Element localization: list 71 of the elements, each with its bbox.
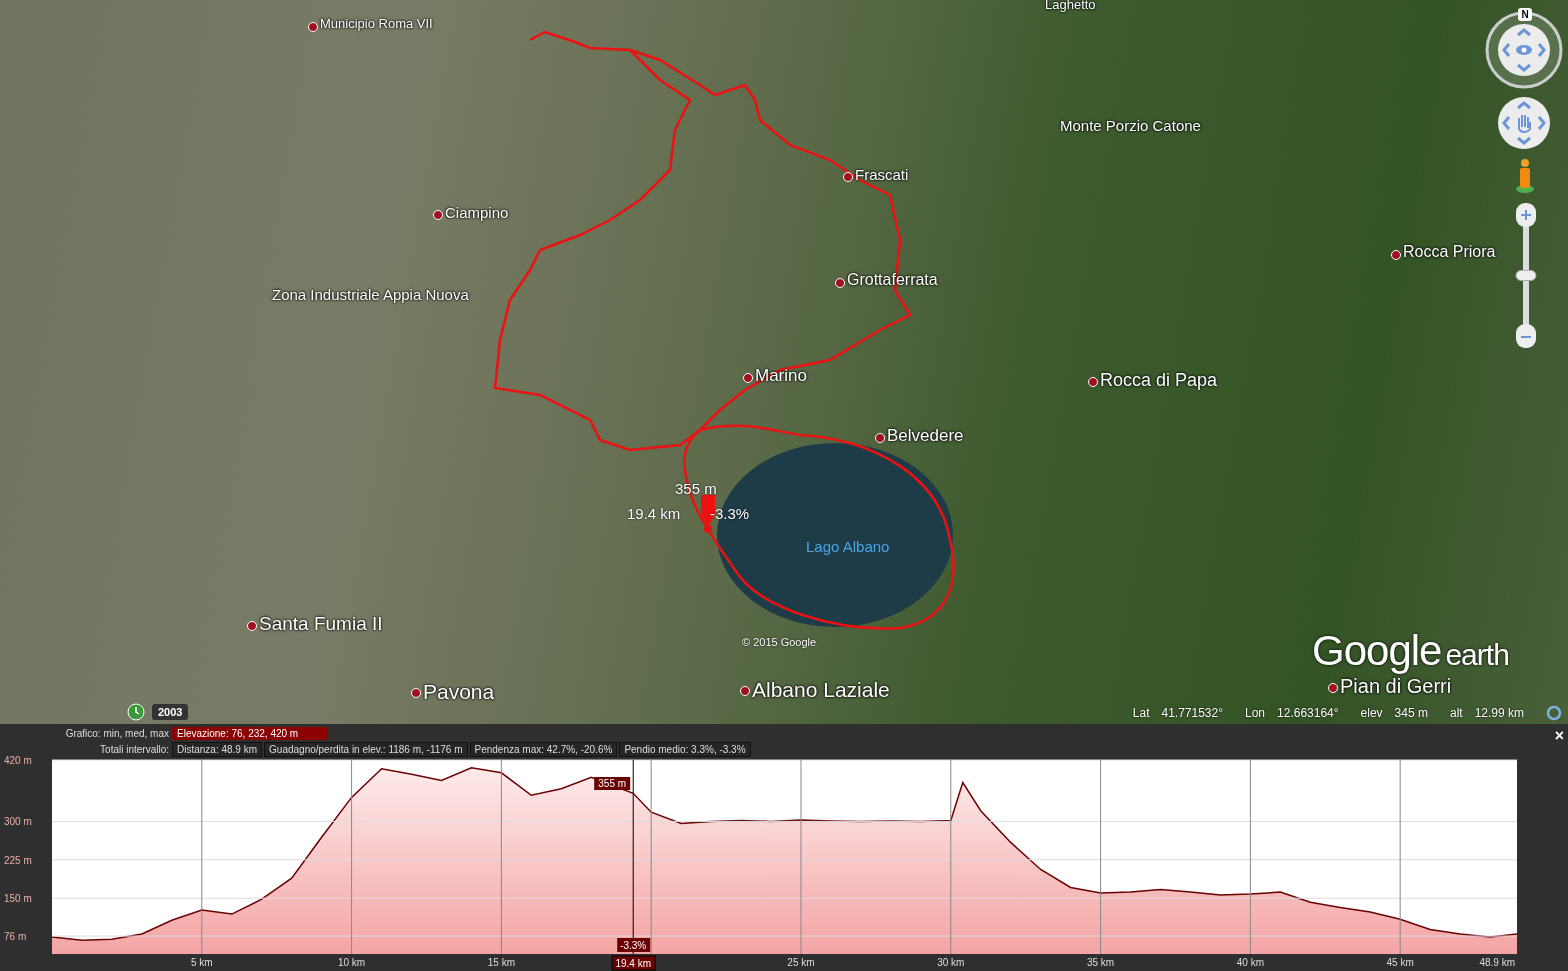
place-dot-icon xyxy=(843,172,853,183)
cursor-slope-tag: -3.3% xyxy=(617,938,651,952)
coordinate-label: Lon xyxy=(1245,706,1266,720)
place-dot-icon xyxy=(1328,683,1338,693)
pan-joystick[interactable] xyxy=(1497,96,1551,150)
look-joystick[interactable] xyxy=(1497,23,1551,77)
place-dot-icon xyxy=(1391,249,1401,260)
place-label: Albano Laziale xyxy=(752,679,890,700)
coordinate-value: 41.771532° xyxy=(1161,706,1223,720)
place-label: Rocca Priora xyxy=(1403,244,1496,260)
copyright-text: © 2015 Google xyxy=(742,636,817,648)
coordinate-label: Lat xyxy=(1132,706,1150,720)
place-label: Laghetto xyxy=(1045,0,1096,11)
place-dot-icon xyxy=(247,620,257,631)
x-axis-label: 45 km xyxy=(1386,957,1414,968)
place-label: Frascati xyxy=(855,167,909,182)
product-logo: Googleearth xyxy=(1312,630,1509,672)
place-label: Belvedere xyxy=(887,427,964,444)
place-dot-icon xyxy=(743,372,753,383)
pegman-icon[interactable] xyxy=(1515,158,1535,194)
cursor-distance-tag: 19.4 km xyxy=(611,955,656,971)
place-label: Pavona xyxy=(423,681,495,702)
place-label: Zona Industriale Appia Nuova xyxy=(272,287,469,302)
x-axis-label: 10 km xyxy=(337,957,366,968)
coordinate-label: alt xyxy=(1449,706,1463,720)
summary-value: Pendenza max: 42.7%, -20.6% xyxy=(469,741,618,757)
marker-distance: 19.4 km xyxy=(627,506,681,521)
place-label: Lago Albano xyxy=(806,539,890,554)
cursor-elevation-tag: 355 m xyxy=(594,777,631,790)
place-dot-icon xyxy=(1088,377,1098,388)
north-indicator[interactable]: N xyxy=(1518,8,1532,21)
summary-value: Pendio medio: 3.3%, -3.3% xyxy=(619,741,751,757)
clock-icon[interactable] xyxy=(127,703,145,721)
place-label: Monte Porzio Catone xyxy=(1060,118,1201,133)
place-label: Rocca di Papa xyxy=(1100,371,1218,389)
y-axis-label: 300 m xyxy=(4,816,32,828)
graph-label: Grafico: min, med, max xyxy=(64,727,170,739)
x-axis-label: 48.9 km xyxy=(1479,957,1515,968)
loading-ring-icon xyxy=(1546,705,1562,721)
y-axis-label: 420 m xyxy=(4,755,32,766)
place-dot-icon xyxy=(308,21,318,32)
graph-metric-selector[interactable]: Elevazione: 76, 232, 420 m xyxy=(172,726,328,740)
x-axis-label: 5 km xyxy=(190,957,213,968)
close-button[interactable]: × xyxy=(1554,728,1564,744)
totals-label: Totali intervallo: xyxy=(99,743,170,755)
summary-value: Distanza: 48.9 km xyxy=(172,741,263,757)
x-axis-label: 40 km xyxy=(1236,957,1264,968)
place-label: Ciampino xyxy=(445,205,509,220)
x-axis-label: 30 km xyxy=(937,957,965,968)
coordinate-label: elev xyxy=(1360,706,1383,720)
coordinate-value: 12.663164° xyxy=(1277,706,1339,720)
place-dot-icon xyxy=(875,432,885,443)
cursor-line[interactable] xyxy=(632,759,634,955)
place-dot-icon xyxy=(740,686,750,697)
x-axis-label: 25 km xyxy=(787,957,815,968)
y-axis-label: 150 m xyxy=(4,893,32,905)
coordinate-value: 12.99 km xyxy=(1474,706,1524,720)
x-axis-label: 35 km xyxy=(1086,957,1115,968)
y-axis-label: 225 m xyxy=(4,854,32,866)
coordinate-value: 345 m xyxy=(1394,706,1428,720)
y-axis-label: 76 m xyxy=(4,931,27,943)
place-label: Santa Fumia II xyxy=(259,614,383,633)
place-label: Municipio Roma VII xyxy=(320,17,433,30)
place-dot-icon xyxy=(411,688,421,699)
place-dot-icon xyxy=(835,277,845,288)
zoom-slider[interactable] xyxy=(1515,202,1537,348)
place-label: Pian di Gerri xyxy=(1340,676,1452,696)
x-axis-label: 15 km xyxy=(487,957,515,968)
historical-year-badge[interactable]: 2003 xyxy=(152,704,189,720)
place-dot-icon xyxy=(433,210,443,221)
summary-value: Guadagno/perdita in elev.: 1186 m, -1176 m xyxy=(264,741,468,757)
